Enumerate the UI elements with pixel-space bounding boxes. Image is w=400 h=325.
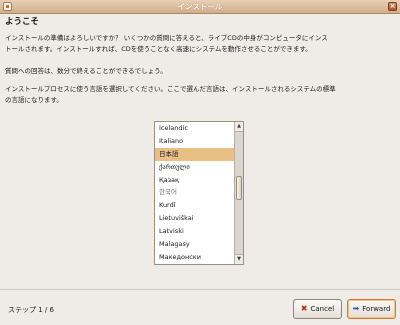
forward-arrow-icon: ➡ bbox=[352, 304, 360, 313]
title-bar[interactable]: インストール × bbox=[0, 0, 400, 14]
language-option[interactable]: Malagasy bbox=[155, 238, 234, 251]
language-prompt-line-2: の言語になります。 bbox=[5, 96, 63, 104]
language-option[interactable]: Македонски bbox=[155, 251, 234, 264]
installer-window: インストール × ようこそ インストールの準備はよろしいですか？ いくつかの質問… bbox=[0, 0, 400, 325]
footer-divider bbox=[0, 289, 400, 290]
scrollbar-thumb[interactable] bbox=[236, 175, 242, 201]
scroll-down-icon[interactable]: ▼ bbox=[235, 254, 243, 264]
cancel-button-label: Cancel bbox=[310, 305, 335, 313]
cancel-button[interactable]: ✖ Cancel bbox=[293, 299, 342, 319]
forward-button[interactable]: ➡ Forward bbox=[347, 299, 396, 319]
forward-button-label: Forward bbox=[362, 305, 391, 313]
language-prompt-line-1: インストールプロセスに使う言語を選択してください。ここで選んだ言語は、インストー… bbox=[5, 85, 336, 93]
step-indicator: ステップ 1 / 6 bbox=[8, 306, 54, 314]
close-button[interactable]: × bbox=[388, 2, 397, 11]
language-option[interactable]: Қазақ bbox=[155, 174, 234, 187]
language-option[interactable]: Icelandic bbox=[155, 122, 234, 135]
intro-line-2: トールされます。インストールすれば、CDを使うことなく高速にシステムを動作させる… bbox=[5, 45, 312, 53]
window-title: インストール bbox=[177, 2, 223, 11]
language-option[interactable]: 日本語 bbox=[155, 147, 234, 161]
intro-text: インストールの準備はよろしいですか？ いくつかの質問に答えると、ライブCDの中身… bbox=[5, 33, 395, 106]
cancel-x-icon: ✖ bbox=[300, 304, 308, 313]
language-list-scrollbar[interactable]: ▲ ▼ bbox=[234, 122, 243, 264]
language-option[interactable]: Lietuviškai bbox=[155, 212, 234, 225]
intro-line-1: インストールの準備はよろしいですか？ いくつかの質問に答えると、ライブCDの中身… bbox=[5, 34, 328, 42]
language-option[interactable]: ქართული bbox=[155, 161, 234, 174]
language-option[interactable]: Italiano bbox=[155, 135, 234, 148]
language-option[interactable]: Latviski bbox=[155, 225, 234, 238]
scroll-up-icon[interactable]: ▲ bbox=[235, 122, 243, 132]
language-list-items: Icelandic Italiano 日本語 ქართული Қазақ 한국어 Kurdî… bbox=[155, 122, 234, 264]
language-list[interactable]: Icelandic Italiano 日本語 ქართული Қазақ 한국어 Kurdî… bbox=[154, 121, 244, 265]
language-option[interactable]: 한국어 bbox=[155, 186, 234, 199]
questions-text: 質問への回答は、数分で終えることができるでしょう。 bbox=[5, 67, 167, 75]
page-title: ようこそ bbox=[5, 17, 40, 27]
language-option[interactable]: Kurdî bbox=[155, 199, 234, 212]
